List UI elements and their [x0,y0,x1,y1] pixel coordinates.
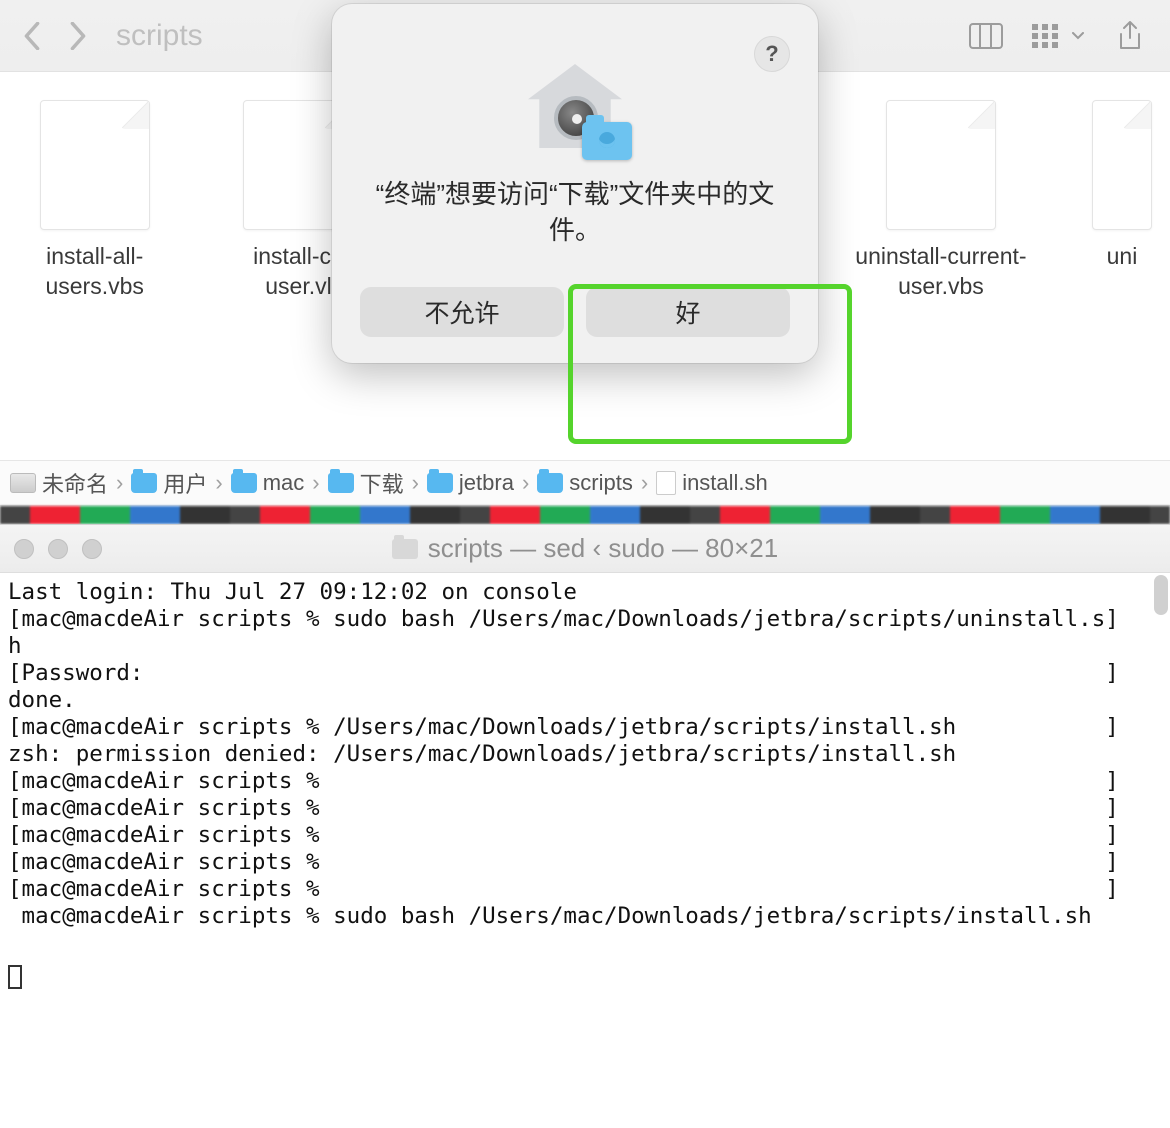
folder-icon [231,473,257,493]
chevron-right-icon: › [522,470,529,496]
dialog-buttons: 不允许 好 [360,287,790,337]
group-by-icon[interactable] [1026,16,1090,56]
folder-icon [328,473,354,493]
disk-icon [10,473,36,493]
path-segment[interactable]: install.sh [656,470,768,496]
help-button[interactable]: ? [754,36,790,72]
file-label: uni [1107,242,1138,272]
terminal-output[interactable]: Last login: Thu Jul 27 09:12:02 on conso… [0,573,1170,996]
file-label: install-cuuser.vl [253,242,344,302]
chevron-right-icon: › [641,470,648,496]
share-icon[interactable] [1108,16,1152,56]
view-mode-icon[interactable] [964,16,1008,56]
permission-dialog: ? “终端”想要访问“下载”文件夹中的文件。 不允许 好 [332,4,818,363]
path-segment[interactable]: mac [231,470,305,496]
deny-button[interactable]: 不允许 [360,287,564,337]
folder-icon [427,473,453,493]
dialog-message: “终端”想要访问“下载”文件夹中的文件。 [360,176,790,249]
back-button[interactable] [18,16,46,56]
path-segment[interactable]: jetbra [427,470,514,496]
chevron-right-icon: › [312,470,319,496]
path-bar: 未命名 › 用户 › mac › 下载 › jetbra › scripts ›… [0,460,1170,506]
path-segment[interactable]: scripts [537,470,633,496]
allow-button[interactable]: 好 [586,287,790,337]
folder-icon [537,473,563,493]
chevron-down-icon [1072,32,1084,40]
file-icon [886,100,996,230]
path-segment[interactable]: 未命名 [10,467,108,499]
path-segment[interactable]: 用户 [131,467,207,499]
chevron-right-icon: › [215,470,222,496]
file-icon [1092,100,1152,230]
file-item[interactable]: uni [1092,100,1152,272]
background-strip [0,506,1170,524]
forward-button[interactable] [64,16,92,56]
chevron-right-icon: › [116,470,123,496]
finder-title: scripts [116,19,203,53]
file-item[interactable]: install-all-users.vbs [18,100,171,302]
file-label: uninstall-current-user.vbs [850,242,1032,302]
folder-icon [392,539,418,559]
file-small-icon [656,471,676,495]
terminal-titlebar[interactable]: scripts — sed ‹ sudo — 80×21 [0,525,1170,573]
path-segment[interactable]: 下载 [328,467,404,499]
terminal-title: scripts — sed ‹ sudo — 80×21 [0,533,1170,564]
file-label: install-all-users.vbs [18,242,171,302]
terminal-cursor [8,965,22,989]
file-icon [40,100,150,230]
chevron-right-icon: › [412,470,419,496]
security-icon [520,48,630,158]
terminal-window: scripts — sed ‹ sudo — 80×21 Last login:… [0,524,1170,1128]
folder-icon [131,473,157,493]
file-item[interactable]: uninstall-current-user.vbs [850,100,1032,302]
